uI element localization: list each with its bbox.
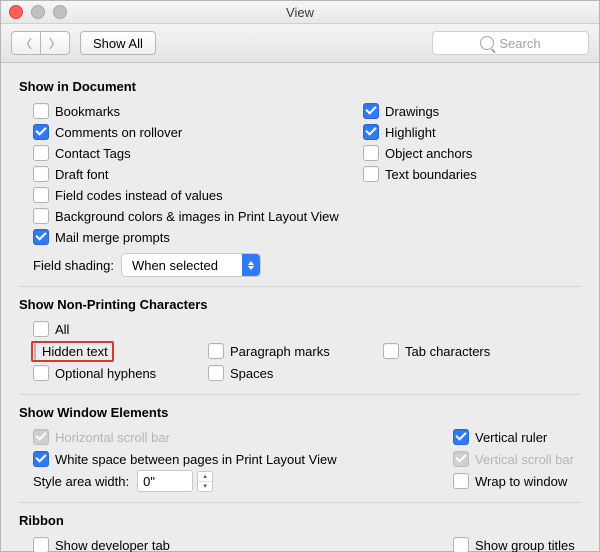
updown-icon: [242, 254, 260, 276]
close-button[interactable]: [9, 5, 23, 19]
pane-body: Show in Document Bookmarks Comments on r…: [1, 63, 599, 552]
highlight-checkbox[interactable]: [363, 124, 379, 140]
vscroll-label: Vertical scroll bar: [475, 452, 574, 467]
developer-tab-checkbox[interactable]: [33, 537, 49, 552]
contact-tags-checkbox[interactable]: [33, 145, 49, 161]
wrap-checkbox[interactable]: [453, 473, 469, 489]
bookmarks-label: Bookmarks: [55, 104, 120, 119]
group-titles-checkbox[interactable]: [453, 537, 469, 552]
window-controls: [9, 5, 67, 19]
comments-label: Comments on rollover: [55, 125, 182, 140]
spaces-label: Spaces: [230, 366, 273, 381]
highlight-label: Highlight: [385, 125, 436, 140]
vscroll-checkbox: [453, 451, 469, 467]
paragraph-marks-checkbox[interactable]: [208, 343, 224, 359]
window-title: View: [1, 5, 599, 20]
object-anchors-label: Object anchors: [385, 146, 472, 161]
paragraph-marks-label: Paragraph marks: [230, 344, 330, 359]
field-shading-select[interactable]: When selected: [122, 254, 260, 276]
comments-checkbox[interactable]: [33, 124, 49, 140]
preferences-window: View 〈 〉 Show All Search Show in Documen…: [0, 0, 600, 552]
all-checkbox[interactable]: [33, 321, 49, 337]
tab-characters-checkbox[interactable]: [383, 343, 399, 359]
section-ribbon-heading: Ribbon: [19, 513, 581, 528]
wrap-label: Wrap to window: [475, 474, 567, 489]
optional-hyphens-checkbox[interactable]: [33, 365, 49, 381]
chevron-up-icon: ▴: [198, 472, 212, 482]
text-boundaries-label: Text boundaries: [385, 167, 477, 182]
field-shading-label: Field shading:: [33, 258, 114, 273]
search-input[interactable]: Search: [432, 31, 589, 55]
style-area-width-label: Style area width:: [33, 474, 129, 489]
hscroll-label: Horizontal scroll bar: [55, 430, 170, 445]
search-icon: [480, 36, 494, 50]
tab-characters-label: Tab characters: [405, 344, 490, 359]
chevron-down-icon: ▾: [198, 482, 212, 491]
divider: [19, 286, 581, 287]
divider: [19, 394, 581, 395]
minimize-button[interactable]: [31, 5, 45, 19]
whitespace-label: White space between pages in Print Layou…: [55, 452, 337, 467]
bookmarks-checkbox[interactable]: [33, 103, 49, 119]
chevron-right-icon: 〉: [49, 35, 61, 52]
search-placeholder: Search: [499, 36, 540, 51]
chevron-left-icon: 〈: [20, 35, 32, 52]
bg-colors-label: Background colors & images in Print Layo…: [55, 209, 339, 224]
optional-hyphens-label: Optional hyphens: [55, 366, 156, 381]
toolbar: 〈 〉 Show All Search: [1, 24, 599, 63]
text-boundaries-checkbox[interactable]: [363, 166, 379, 182]
all-label: All: [55, 322, 69, 337]
mail-merge-checkbox[interactable]: [33, 229, 49, 245]
hidden-text-label: Hidden text: [42, 344, 108, 359]
back-button[interactable]: 〈: [11, 31, 40, 55]
style-area-width-stepper[interactable]: ▴ ▾: [197, 471, 213, 492]
object-anchors-checkbox[interactable]: [363, 145, 379, 161]
field-shading-value: When selected: [122, 254, 242, 276]
hscroll-checkbox: [33, 429, 49, 445]
draft-font-checkbox[interactable]: [33, 166, 49, 182]
style-area-width-input[interactable]: 0": [137, 470, 193, 492]
nav-buttons: 〈 〉: [11, 31, 70, 55]
section-nonprinting-heading: Show Non-Printing Characters: [19, 297, 581, 312]
show-all-label: Show All: [93, 36, 143, 51]
spaces-checkbox[interactable]: [208, 365, 224, 381]
field-codes-checkbox[interactable]: [33, 187, 49, 203]
hidden-text-highlight: Hidden text: [31, 341, 114, 362]
vruler-label: Vertical ruler: [475, 430, 547, 445]
vruler-checkbox[interactable]: [453, 429, 469, 445]
drawings-checkbox[interactable]: [363, 103, 379, 119]
drawings-label: Drawings: [385, 104, 439, 119]
whitespace-checkbox[interactable]: [33, 451, 49, 467]
draft-font-label: Draft font: [55, 167, 108, 182]
contact-tags-label: Contact Tags: [55, 146, 131, 161]
hidden-text-checkbox[interactable]: [34, 343, 36, 360]
forward-button[interactable]: 〉: [40, 31, 70, 55]
group-titles-label: Show group titles: [475, 538, 575, 552]
section-show-in-document-heading: Show in Document: [19, 79, 581, 94]
titlebar: View: [1, 1, 599, 24]
bg-colors-checkbox[interactable]: [33, 208, 49, 224]
field-codes-label: Field codes instead of values: [55, 188, 223, 203]
developer-tab-label: Show developer tab: [55, 538, 170, 552]
section-window-elements-heading: Show Window Elements: [19, 405, 581, 420]
show-all-button[interactable]: Show All: [80, 31, 156, 55]
mail-merge-label: Mail merge prompts: [55, 230, 170, 245]
divider: [19, 502, 581, 503]
zoom-button[interactable]: [53, 5, 67, 19]
